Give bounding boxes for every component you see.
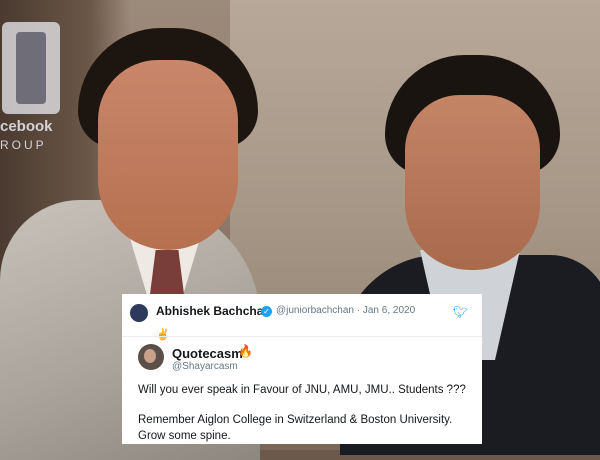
divider — [122, 336, 482, 337]
tweet-text-line: Will you ever speak in Favour of JNU, AM… — [138, 384, 466, 396]
author-emoji: ✌ — [156, 329, 170, 341]
verified-badge-icon: ✓ — [261, 306, 272, 317]
tweet-text-line: Remember Aiglon College in Switzerland &… — [138, 414, 453, 426]
tweet-header: Abhishek Bachchan ✓ @juniorbachchan · Ja… — [130, 302, 474, 341]
watermark-text: cebook — [0, 118, 53, 135]
quoted-avatar[interactable] — [138, 344, 164, 370]
author-name[interactable]: Abhishek Bachchan — [156, 304, 271, 318]
right-person-face — [405, 95, 540, 270]
author-handle-date: @juniorbachchan · Jan 6, 2020 — [276, 305, 416, 316]
facebook-group-watermark: cebook ROUP — [0, 22, 62, 157]
left-person-face — [98, 60, 238, 250]
watermark-subtext: ROUP — [0, 138, 47, 152]
fire-icon: 🔥 — [238, 344, 253, 358]
author-avatar[interactable] — [130, 304, 148, 322]
watermark-logo-icon — [2, 22, 60, 114]
quoted-handle: @Shayarcasm — [172, 361, 238, 372]
tweet-card[interactable]: Abhishek Bachchan ✓ @juniorbachchan · Ja… — [122, 294, 482, 444]
quoted-name[interactable]: Quotecasm — [172, 346, 243, 361]
tweet-text-line: Grow some spine. — [138, 430, 231, 442]
twitter-bird-icon[interactable]: 🐦︎ — [453, 305, 468, 319]
